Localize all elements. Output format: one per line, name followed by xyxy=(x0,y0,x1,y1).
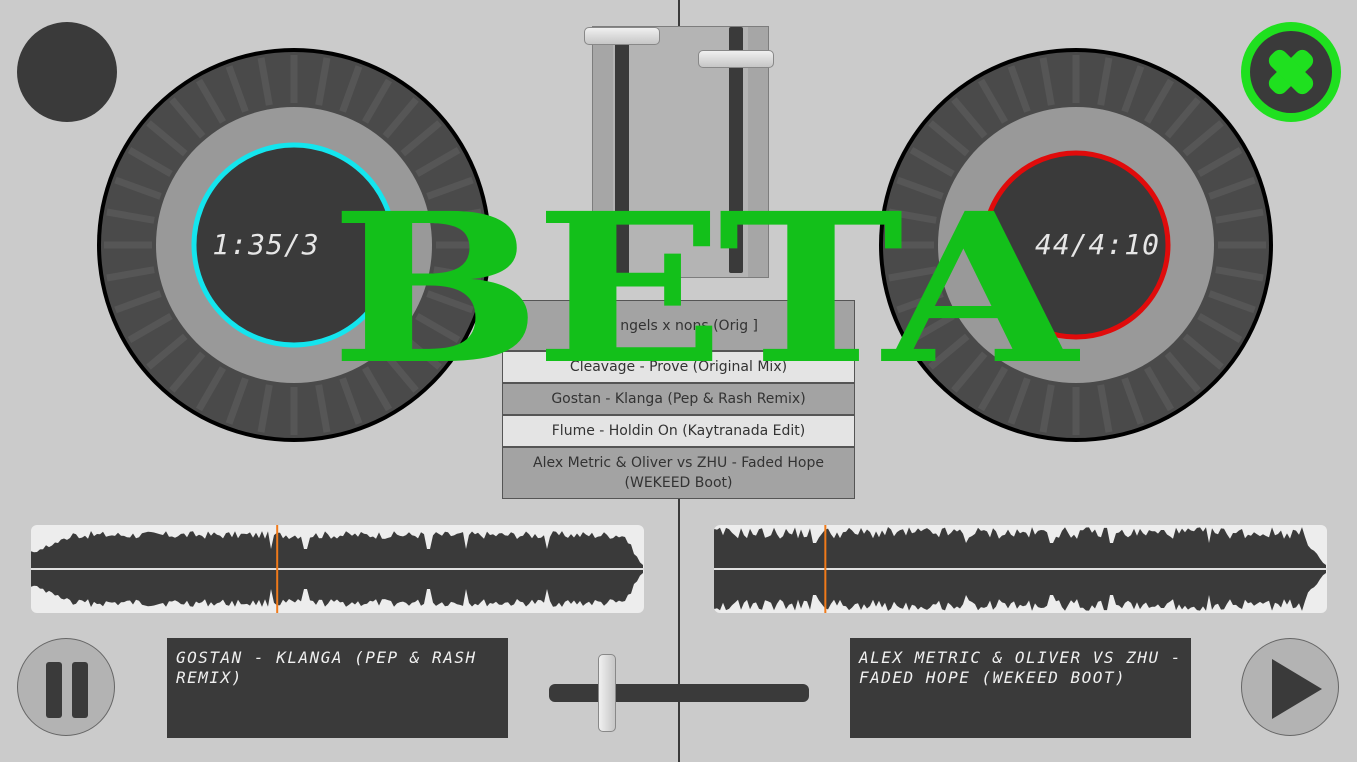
right-waveform[interactable] xyxy=(714,525,1327,613)
left-pitch-fader[interactable] xyxy=(584,27,660,45)
beta-label: BETA xyxy=(330,185,1080,375)
waveform-playhead xyxy=(276,525,279,613)
right-track-title: ALEX METRIC & OLIVER VS ZHU - FADED HOPE… xyxy=(850,638,1191,738)
left-time-readout: 1:35/3 xyxy=(212,228,320,261)
play-button[interactable] xyxy=(1241,638,1339,736)
left-track-title: GOSTAN - KLANGA (PEP & RASH REMIX) xyxy=(167,638,508,738)
playlist-item[interactable]: Flume - Holdin On (Kaytranada Edit) xyxy=(502,415,855,447)
left-waveform[interactable] xyxy=(31,525,644,613)
crossfader-handle[interactable] xyxy=(598,654,616,732)
pause-button[interactable] xyxy=(17,638,115,736)
beta-overlay: BETA xyxy=(330,185,1080,375)
crossfader-track xyxy=(549,684,809,702)
play-icon xyxy=(1272,659,1322,719)
pause-icon xyxy=(46,662,88,718)
right-pitch-fader[interactable] xyxy=(698,50,774,68)
playlist-item[interactable]: Alex Metric & Oliver vs ZHU - Faded Hope… xyxy=(502,447,855,499)
playlist-item[interactable]: Gostan - Klanga (Pep & Rash Remix) xyxy=(502,383,855,415)
waveform-playhead xyxy=(824,525,827,613)
